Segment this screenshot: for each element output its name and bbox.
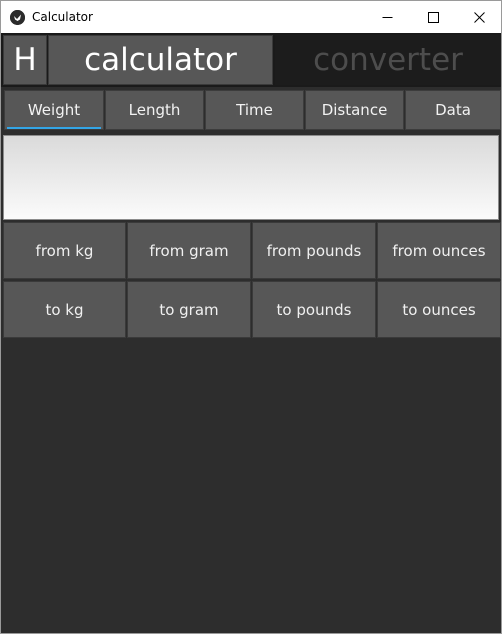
tab-label: Time xyxy=(236,101,273,119)
to-pounds-button[interactable]: to pounds xyxy=(252,281,376,338)
app-window: Calculator H calculator converter Weight xyxy=(0,0,502,634)
converter-mode-button[interactable]: converter xyxy=(275,35,501,85)
tab-label: Data xyxy=(435,101,471,119)
tab-label: Weight xyxy=(27,101,81,119)
mode-bar: H calculator converter xyxy=(1,33,501,87)
from-kg-button[interactable]: from kg xyxy=(3,222,126,279)
from-pounds-button[interactable]: from pounds xyxy=(252,222,376,279)
minimize-icon xyxy=(382,16,392,18)
close-button[interactable] xyxy=(456,1,502,33)
to-ounces-button[interactable]: to ounces xyxy=(377,281,501,338)
tab-time[interactable]: Time xyxy=(205,90,304,130)
value-display-input[interactable] xyxy=(3,135,499,220)
title-bar[interactable]: Calculator xyxy=(1,1,501,33)
to-gram-button[interactable]: to gram xyxy=(127,281,251,338)
unit-category-tabs: Weight Length Time Distance Data xyxy=(1,87,501,132)
tab-label: Length xyxy=(128,101,181,119)
history-button[interactable]: H xyxy=(3,35,47,85)
kivy-app-icon xyxy=(10,10,25,25)
maximize-icon xyxy=(427,11,439,23)
tab-data[interactable]: Data xyxy=(405,90,501,130)
calculator-mode-button[interactable]: calculator xyxy=(48,35,273,85)
active-tab-indicator xyxy=(7,127,101,129)
tab-label: Distance xyxy=(321,101,388,119)
maximize-button[interactable] xyxy=(410,1,456,33)
minimize-button[interactable] xyxy=(364,1,410,33)
to-kg-button[interactable]: to kg xyxy=(3,281,126,338)
tab-weight[interactable]: Weight xyxy=(4,90,104,130)
from-ounces-button[interactable]: from ounces xyxy=(377,222,501,279)
close-icon xyxy=(473,11,485,23)
window-title: Calculator xyxy=(32,10,93,24)
tab-length[interactable]: Length xyxy=(105,90,204,130)
tab-distance[interactable]: Distance xyxy=(305,90,404,130)
from-gram-button[interactable]: from gram xyxy=(127,222,251,279)
